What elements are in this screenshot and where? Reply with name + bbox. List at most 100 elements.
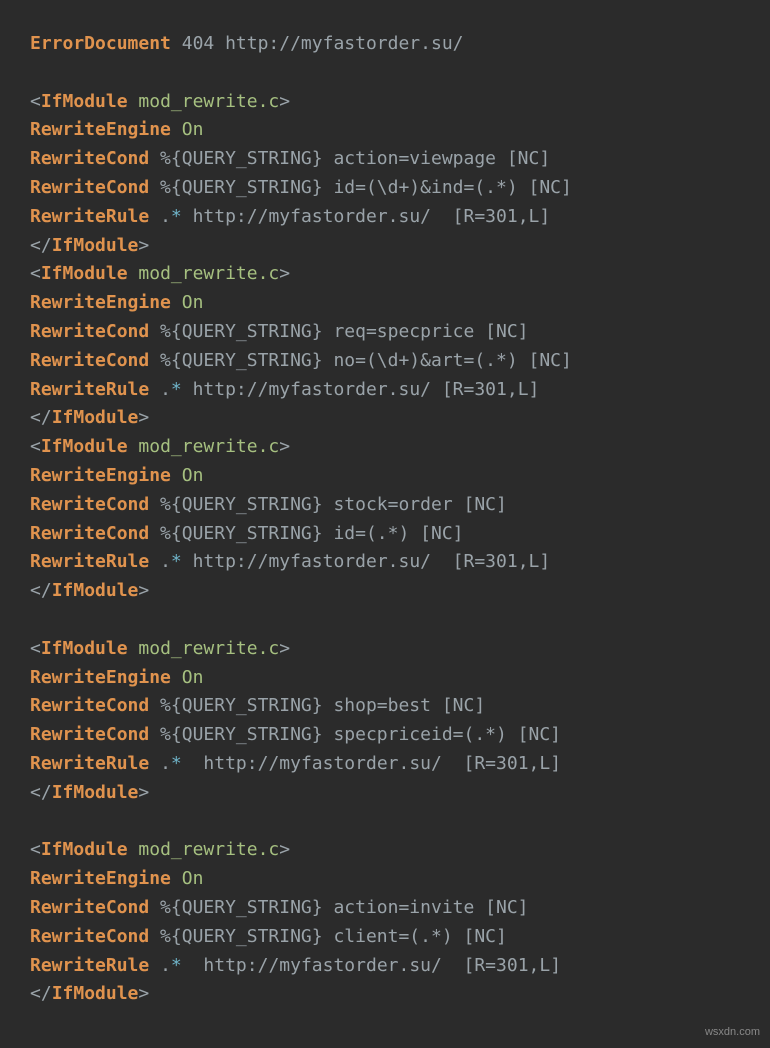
token-txt: %{QUERY_STRING} no=(\d+)&art=(.*) [NC] (149, 350, 572, 371)
token-dir: RewriteCond (30, 494, 149, 515)
token-dir: IfModule (41, 91, 128, 112)
token-dir: RewriteRule (30, 753, 149, 774)
token-txt: %{QUERY_STRING} action=viewpage [NC] (149, 148, 550, 169)
token-txt (171, 119, 182, 140)
token-dir: RewriteCond (30, 177, 149, 198)
token-str: On (182, 465, 204, 486)
token-txt (149, 551, 160, 572)
token-ang: </ (30, 235, 52, 256)
token-ang: > (279, 263, 290, 284)
token-star: * (171, 753, 182, 774)
token-ang: > (279, 91, 290, 112)
token-dir: RewriteCond (30, 321, 149, 342)
token-dir: RewriteCond (30, 148, 149, 169)
token-ang: > (138, 782, 149, 803)
token-txt (149, 206, 160, 227)
token-dir: IfModule (52, 983, 139, 1004)
token-dir: IfModule (52, 235, 139, 256)
code-block: ErrorDocument 404 http://myfastorder.su/… (0, 0, 770, 1009)
token-txt: http://myfastorder.su/ [R=301,L] (182, 753, 561, 774)
token-dir: RewriteRule (30, 955, 149, 976)
code-line: RewriteCond %{QUERY_STRING} req=specpric… (30, 321, 529, 342)
token-txt: http://myfastorder.su/ [R=301,L] (182, 206, 550, 227)
token-star: * (171, 206, 182, 227)
token-dir: RewriteEngine (30, 868, 171, 889)
code-line: RewriteCond %{QUERY_STRING} id=(\d+)&ind… (30, 177, 572, 198)
token-ang: > (279, 839, 290, 860)
token-dir: RewriteRule (30, 206, 149, 227)
token-str: mod_rewrite.c (138, 436, 279, 457)
code-line: RewriteEngine On (30, 292, 203, 313)
code-line: RewriteRule .* http://myfastorder.su/ [R… (30, 379, 539, 400)
code-line: RewriteRule .* http://myfastorder.su/ [R… (30, 206, 550, 227)
token-str: On (182, 868, 204, 889)
token-ang: > (138, 580, 149, 601)
code-line: </IfModule> (30, 782, 149, 803)
token-ang: > (138, 235, 149, 256)
token-txt (149, 955, 160, 976)
token-ang: < (30, 436, 41, 457)
code-line: <IfModule mod_rewrite.c> (30, 638, 290, 659)
token-wild: . (160, 955, 171, 976)
token-dir: RewriteCond (30, 350, 149, 371)
code-line: <IfModule mod_rewrite.c> (30, 436, 290, 457)
code-line: RewriteCond %{QUERY_STRING} action=invit… (30, 897, 529, 918)
token-wild: . (160, 206, 171, 227)
token-dir: IfModule (41, 263, 128, 284)
token-str: mod_rewrite.c (138, 263, 279, 284)
code-line: </IfModule> (30, 983, 149, 1004)
token-ang: < (30, 91, 41, 112)
token-ang: </ (30, 983, 52, 1004)
token-star: * (171, 379, 182, 400)
token-dir: IfModule (52, 407, 139, 428)
code-line: RewriteEngine On (30, 119, 203, 140)
token-txt (171, 667, 182, 688)
watermark: wsxdn.com (705, 1024, 760, 1042)
token-dir: RewriteCond (30, 523, 149, 544)
token-wild: . (160, 379, 171, 400)
code-line: ErrorDocument 404 http://myfastorder.su/ (30, 33, 464, 54)
token-dir: RewriteRule (30, 551, 149, 572)
token-str: On (182, 292, 204, 313)
token-ang: </ (30, 580, 52, 601)
token-star: * (171, 955, 182, 976)
token-txt: %{QUERY_STRING} id=(.*) [NC] (149, 523, 463, 544)
token-txt (171, 292, 182, 313)
token-dir: RewriteEngine (30, 667, 171, 688)
token-dir: IfModule (52, 580, 139, 601)
token-txt: %{QUERY_STRING} stock=order [NC] (149, 494, 507, 515)
token-dir: IfModule (52, 782, 139, 803)
token-str: mod_rewrite.c (138, 638, 279, 659)
token-ang: > (279, 436, 290, 457)
token-dir: RewriteEngine (30, 292, 171, 313)
token-str: mod_rewrite.c (138, 91, 279, 112)
code-line: <IfModule mod_rewrite.c> (30, 263, 290, 284)
token-str: On (182, 667, 204, 688)
token-dir: RewriteCond (30, 724, 149, 745)
token-ang: > (138, 407, 149, 428)
token-ang: < (30, 263, 41, 284)
code-line: RewriteEngine On (30, 868, 203, 889)
token-dir: RewriteEngine (30, 119, 171, 140)
token-txt: %{QUERY_STRING} shop=best [NC] (149, 695, 485, 716)
token-dir: RewriteCond (30, 897, 149, 918)
token-wild: . (160, 551, 171, 572)
token-txt: 404 http://myfastorder.su/ (171, 33, 464, 54)
code-line: </IfModule> (30, 580, 149, 601)
code-line: RewriteCond %{QUERY_STRING} id=(.*) [NC] (30, 523, 464, 544)
token-txt: http://myfastorder.su/ [R=301,L] (182, 551, 550, 572)
token-txt: %{QUERY_STRING} id=(\d+)&ind=(.*) [NC] (149, 177, 572, 198)
code-line: RewriteCond %{QUERY_STRING} action=viewp… (30, 148, 550, 169)
token-wild: . (160, 753, 171, 774)
code-line: RewriteCond %{QUERY_STRING} shop=best [N… (30, 695, 485, 716)
code-line: RewriteCond %{QUERY_STRING} no=(\d+)&art… (30, 350, 572, 371)
token-ang: > (279, 638, 290, 659)
token-txt (128, 91, 139, 112)
token-ang: < (30, 839, 41, 860)
token-txt (149, 379, 160, 400)
token-str: On (182, 119, 204, 140)
code-line: RewriteEngine On (30, 465, 203, 486)
token-dir: IfModule (41, 638, 128, 659)
token-dir: RewriteCond (30, 926, 149, 947)
code-line: RewriteCond %{QUERY_STRING} stock=order … (30, 494, 507, 515)
